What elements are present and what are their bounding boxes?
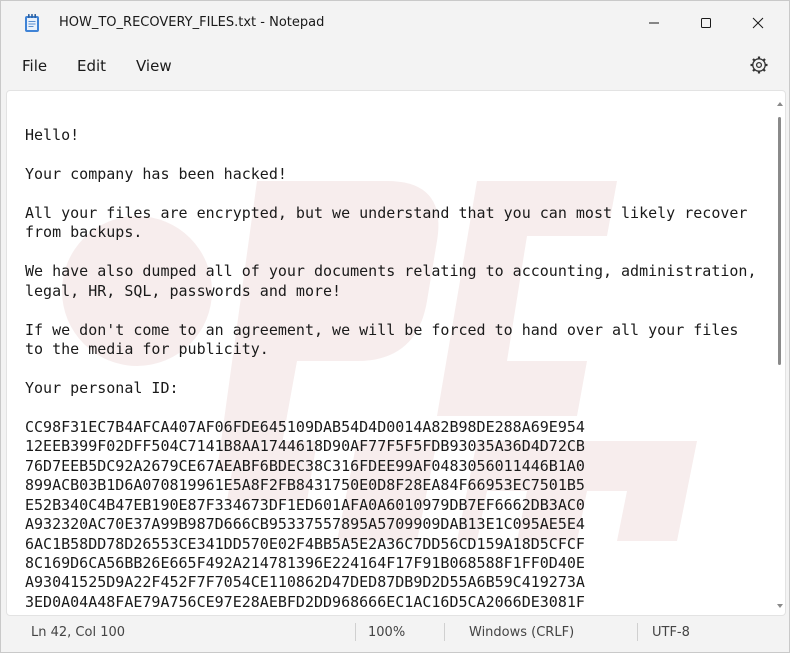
status-divider [444,623,445,641]
menu-file[interactable]: File [22,57,47,75]
window-title: HOW_TO_RECOVERY_FILES.txt - Notepad [59,15,325,30]
menu-edit[interactable]: Edit [77,57,106,75]
gear-icon[interactable] [749,55,769,75]
encoding[interactable]: UTF-8 [652,625,690,640]
scrollbar-thumb[interactable] [778,117,781,365]
status-divider [355,623,356,641]
text-editor[interactable]: Hello! Your company has been hacked! All… [6,90,786,616]
notepad-window: HOW_TO_RECOVERY_FILES.txt - Notepad File… [0,0,790,653]
minimize-icon [649,22,659,24]
scroll-up-arrow-icon[interactable] [777,101,783,107]
scroll-down-arrow-icon[interactable] [777,603,783,609]
close-icon [752,17,764,29]
title-bar[interactable]: HOW_TO_RECOVERY_FILES.txt - Notepad [1,1,789,45]
menu-view[interactable]: View [136,57,172,75]
document-text[interactable]: Hello! Your company has been hacked! All… [25,126,775,612]
status-divider [637,623,638,641]
zoom-level[interactable]: 100% [368,625,405,640]
menu-bar: File Edit View [1,45,789,89]
close-button[interactable] [735,1,781,45]
maximize-icon [701,18,711,28]
vertical-scrollbar[interactable] [777,101,783,611]
cursor-position: Ln 42, Col 100 [31,625,126,640]
minimize-button[interactable] [631,1,677,45]
status-bar: Ln 42, Col 100 100% Windows (CRLF) UTF-8 [1,615,789,653]
line-ending[interactable]: Windows (CRLF) [469,625,574,640]
maximize-button[interactable] [683,1,729,45]
notepad-icon [25,14,39,32]
